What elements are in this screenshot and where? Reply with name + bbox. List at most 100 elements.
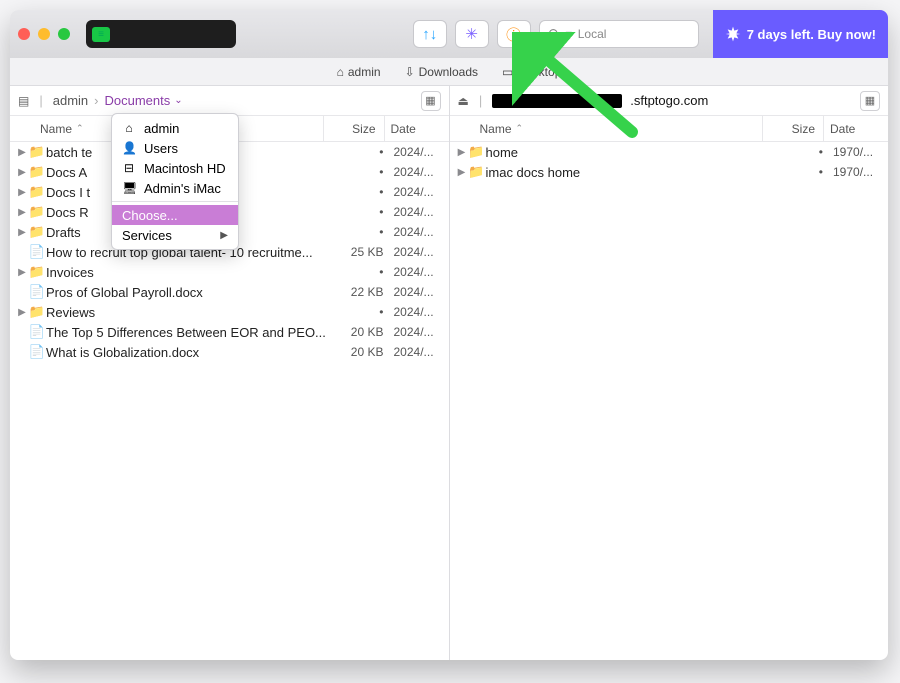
col-size-header[interactable]: Size [763, 122, 823, 136]
col-date-header[interactable]: Date [385, 122, 445, 136]
disclosure-triangle-icon[interactable]: ▶ [456, 147, 468, 158]
dropdown-item-services[interactable]: Services▶ [112, 225, 238, 245]
local-breadcrumb: ▤ | admin › Documents ⌄ ▦ [10, 86, 449, 116]
folder-icon: 📁 [28, 204, 46, 220]
file-size: • [334, 305, 394, 319]
folder-icon: 📁 [28, 304, 46, 320]
remote-host[interactable]: .sftptogo.com [630, 93, 708, 108]
col-name-header[interactable]: Name⌃ [450, 122, 763, 136]
split-panes: ▤ | admin › Documents ⌄ ▦ Name⌃ Size Dat… [10, 86, 888, 660]
dropdown-item-macintosh-hd[interactable]: ⊟Macintosh HD [112, 158, 238, 178]
file-date: 1970/... [833, 145, 888, 159]
folder-icon: 📁 [28, 264, 46, 280]
sort-asc-icon: ⌃ [516, 123, 524, 134]
folder-icon: 📁 [28, 144, 46, 160]
disclosure-triangle-icon[interactable]: ▶ [16, 147, 28, 158]
dropdown-separator [112, 201, 238, 202]
document-icon: 📄 [28, 284, 46, 300]
sync-icon: ↑↓ [422, 26, 437, 43]
file-row[interactable]: ▶📁Reviews•2024/... [10, 302, 449, 322]
file-row[interactable]: ▶📁imac docs home•1970/... [450, 162, 889, 182]
window-controls [18, 28, 70, 40]
trial-text: 7 days left. Buy now! [747, 27, 876, 42]
download-icon: ⇩ [405, 65, 415, 79]
dropdown-item-choose[interactable]: Choose... [112, 205, 238, 225]
file-date: 1970/... [833, 165, 888, 179]
hdd-icon: ⊟ [122, 161, 136, 175]
desktop-icon: ▭ [502, 65, 513, 79]
disclosure-triangle-icon[interactable]: ▶ [16, 187, 28, 198]
grid-icon: ▦ [425, 94, 435, 107]
disk-icon: ▤ [18, 94, 29, 108]
close-window-button[interactable] [18, 28, 30, 40]
local-pane: ▤ | admin › Documents ⌄ ▦ Name⌃ Size Dat… [10, 86, 450, 660]
dropdown-item-admin[interactable]: ⌂admin [112, 118, 238, 138]
crumb-root[interactable]: admin [53, 93, 88, 108]
file-size: • [334, 165, 394, 179]
disclosure-triangle-icon[interactable]: ▶ [16, 167, 28, 178]
file-row[interactable]: 📄What is Globalization.docx20 KB2024/... [10, 342, 449, 362]
terminal-icon [92, 27, 110, 42]
file-date: 2024/... [394, 165, 449, 179]
file-size: • [773, 145, 833, 159]
remote-breadcrumb: ⏏ | .sftptogo.com ▦ [450, 86, 889, 116]
connection-chip[interactable] [86, 20, 236, 48]
grid-icon: ▦ [865, 94, 875, 107]
chevron-right-icon: › [94, 93, 98, 108]
eject-icon: ⏏ [458, 94, 469, 108]
disclosure-triangle-icon[interactable]: ▶ [16, 307, 28, 318]
file-size: • [773, 165, 833, 179]
file-row[interactable]: ▶📁home•1970/... [450, 142, 889, 162]
maximize-window-button[interactable] [58, 28, 70, 40]
search-input[interactable]: ▾ Local [539, 20, 699, 48]
disclosure-triangle-icon[interactable]: ▶ [456, 167, 468, 178]
favorite-admin[interactable]: ⌂admin [337, 65, 381, 79]
file-size: • [334, 185, 394, 199]
file-row[interactable]: 📄The Top 5 Differences Between EOR and P… [10, 322, 449, 342]
dropdown-item-admins-imac[interactable]: 🖥Admin's iMac [112, 178, 238, 198]
sort-asc-icon: ⌃ [76, 123, 84, 134]
users-icon: 👤 [122, 141, 136, 155]
folder-icon: 📁 [28, 184, 46, 200]
burst-icon [725, 26, 741, 42]
document-icon: 📄 [28, 324, 46, 340]
file-name: imac docs home [486, 165, 774, 180]
submenu-arrow-icon: ▶ [220, 230, 228, 241]
info-button[interactable]: ⓘ [497, 20, 531, 48]
folder-icon: 📁 [28, 164, 46, 180]
home-icon: ⌂ [337, 65, 344, 79]
col-size-header[interactable]: Size [324, 122, 384, 136]
chevron-down-icon: ⌄ [174, 95, 182, 106]
minimize-window-button[interactable] [38, 28, 50, 40]
col-date-header[interactable]: Date [824, 122, 884, 136]
favorite-downloads[interactable]: ⇩Downloads [405, 65, 478, 79]
view-grid-button[interactable]: ▦ [860, 91, 880, 111]
panic-button[interactable]: ✳ [455, 20, 489, 48]
file-name: Invoices [46, 265, 334, 280]
computer-icon: 🖥 [122, 181, 136, 195]
file-row[interactable]: 📄Pros of Global Payroll.docx22 KB2024/..… [10, 282, 449, 302]
file-name: Reviews [46, 305, 334, 320]
favorite-desktop[interactable]: ▭Desktop [502, 65, 561, 79]
disclosure-triangle-icon[interactable]: ▶ [16, 227, 28, 238]
remote-file-list[interactable]: ▶📁home•1970/...▶📁imac docs home•1970/... [450, 142, 889, 660]
search-icon [548, 28, 560, 40]
path-dropdown: ⌂admin 👤Users ⊟Macintosh HD 🖥Admin's iMa… [111, 113, 239, 250]
crumb-current[interactable]: Documents ⌄ [105, 93, 183, 108]
dropdown-item-users[interactable]: 👤Users [112, 138, 238, 158]
disclosure-triangle-icon[interactable]: ▶ [16, 267, 28, 278]
sync-button[interactable]: ↑↓ [413, 20, 447, 48]
file-date: 2024/... [394, 225, 449, 239]
file-row[interactable]: ▶📁Invoices•2024/... [10, 262, 449, 282]
trial-banner[interactable]: 7 days left. Buy now! [713, 10, 888, 58]
view-grid-button[interactable]: ▦ [421, 91, 441, 111]
search-placeholder: Local [578, 27, 607, 41]
remote-pane: ⏏ | .sftptogo.com ▦ Name⌃ Size Date ▶📁ho… [450, 86, 889, 660]
disclosure-triangle-icon[interactable]: ▶ [16, 207, 28, 218]
redacted-host [492, 94, 622, 108]
file-date: 2024/... [394, 325, 449, 339]
file-date: 2024/... [394, 285, 449, 299]
app-window: ↑↓ ✳ ⓘ ▾ Local 7 days left. Buy now! ⌂ad… [10, 10, 888, 660]
file-size: • [334, 265, 394, 279]
file-size: 25 KB [334, 245, 394, 259]
